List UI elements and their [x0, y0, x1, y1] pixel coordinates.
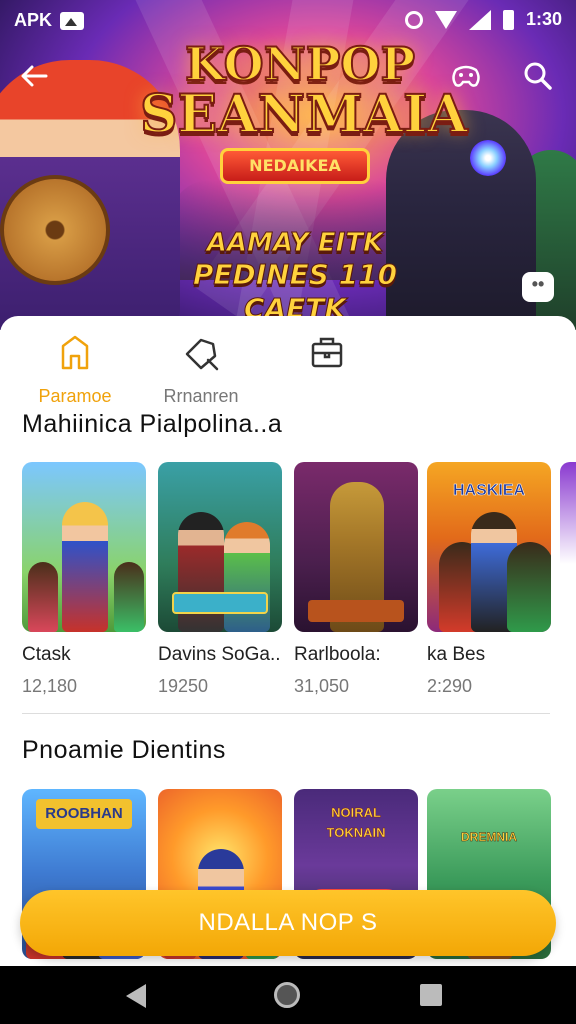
home-icon [61, 335, 89, 370]
hero-title-line1: KONPOP [184, 37, 416, 91]
game-download-count: 2:290 [427, 676, 473, 696]
game-banner: ROOBHAN [36, 799, 132, 829]
hero-subtitle-line1: AAMAY EITK [206, 228, 384, 259]
game-banner [308, 600, 404, 622]
tab-browse[interactable]: Rrnanren [146, 332, 256, 407]
tab-home-label: Paramoe [38, 386, 112, 406]
status-time: 1:30 [525, 9, 562, 29]
gamepad-button[interactable] [448, 58, 484, 94]
game-thumbnail: HASKIEA [427, 462, 551, 632]
guitar-image [0, 175, 110, 285]
game-title: Davins SoGa.. [158, 644, 281, 665]
game-banner: DREMNIA [461, 830, 517, 844]
tab-store[interactable] [272, 332, 382, 386]
game-download-count: 19250 [158, 676, 209, 696]
status-bar: APK 1:30 [0, 0, 576, 40]
section-title: Pnoamie Dientins [22, 736, 226, 764]
tab-home[interactable]: Paramoe [20, 332, 130, 407]
alarm-icon [404, 10, 423, 29]
hero-banner[interactable]: KONPOP SEANMAIA NEDAIKEA AAMAY EITK PEDI… [0, 0, 576, 330]
section-divider [22, 713, 550, 714]
game-title: ka Bes [427, 644, 486, 665]
game-download-count: 31,050 [294, 676, 350, 696]
arrow-left-icon [21, 65, 48, 87]
game-list-row: Ctask 12,180 Davins SoGa.. 19250 Rarlboo… [22, 462, 576, 702]
tag-icon [185, 338, 219, 371]
briefcase-icon [311, 337, 343, 368]
game-card[interactable]: Davins SoGa.. 19250 [158, 462, 282, 697]
character-figure [224, 522, 270, 632]
game-title: Rarlboola: [294, 644, 381, 665]
game-thumbnail [158, 462, 282, 632]
nav-home-icon[interactable] [274, 982, 300, 1008]
battery-icon [502, 9, 514, 30]
tab-bar: Paramoe Rrnanren [0, 332, 576, 412]
game-banner: HASKIEA [452, 482, 526, 500]
game-banner [172, 592, 268, 614]
more-button[interactable]: •• [522, 272, 554, 302]
nav-back-icon[interactable] [126, 984, 146, 1008]
game-card[interactable] [560, 462, 576, 632]
character-figure [507, 542, 551, 632]
hero-subtitle: AAMAY EITK PEDINES 110 CAETK [140, 228, 450, 326]
game-card[interactable]: Rarlboola: 31,050 [294, 462, 418, 697]
glowing-orb [470, 140, 506, 176]
character-figure [114, 562, 144, 632]
signal-icon [468, 9, 491, 30]
character-figure [28, 562, 58, 632]
wifi-icon [434, 10, 457, 29]
game-thumbnail [294, 462, 418, 632]
game-card[interactable]: Ctask 12,180 [22, 462, 146, 697]
search-button[interactable] [520, 58, 556, 94]
game-banner: NOIRAL TOKNAIN [326, 805, 386, 840]
gamepad-icon [452, 65, 480, 87]
game-thumbnail [22, 462, 146, 632]
tab-browse-label: Rrnanren [163, 386, 239, 406]
hero-title-line2: SEANMAIA [139, 84, 469, 145]
nav-recents-icon[interactable] [420, 984, 442, 1006]
system-nav-bar [0, 966, 576, 1024]
character-figure [178, 512, 224, 632]
back-button[interactable] [16, 58, 52, 94]
hero-badge: NEDAIKEA [220, 148, 370, 184]
app-screen: KONPOP SEANMAIA NEDAIKEA AAMAY EITK PEDI… [0, 0, 576, 1024]
section-title: Mahiinica Pialpolina..a [22, 410, 283, 438]
game-card[interactable]: HASKIEA ka Bes 2:290 [427, 462, 551, 697]
hero-title: KONPOP SEANMAIA [139, 37, 469, 145]
game-download-count: 12,180 [22, 676, 78, 696]
character-figure [62, 502, 108, 632]
image-icon [60, 11, 85, 30]
game-title: Ctask [22, 644, 71, 665]
search-icon [524, 62, 552, 90]
status-carrier: APK [14, 10, 53, 30]
primary-action-button[interactable]: NDALLA NOP S [20, 890, 556, 956]
game-thumbnail [560, 462, 576, 632]
content-sheet: Paramoe Rrnanren Mahiinica Pialpolina..a [0, 316, 576, 966]
